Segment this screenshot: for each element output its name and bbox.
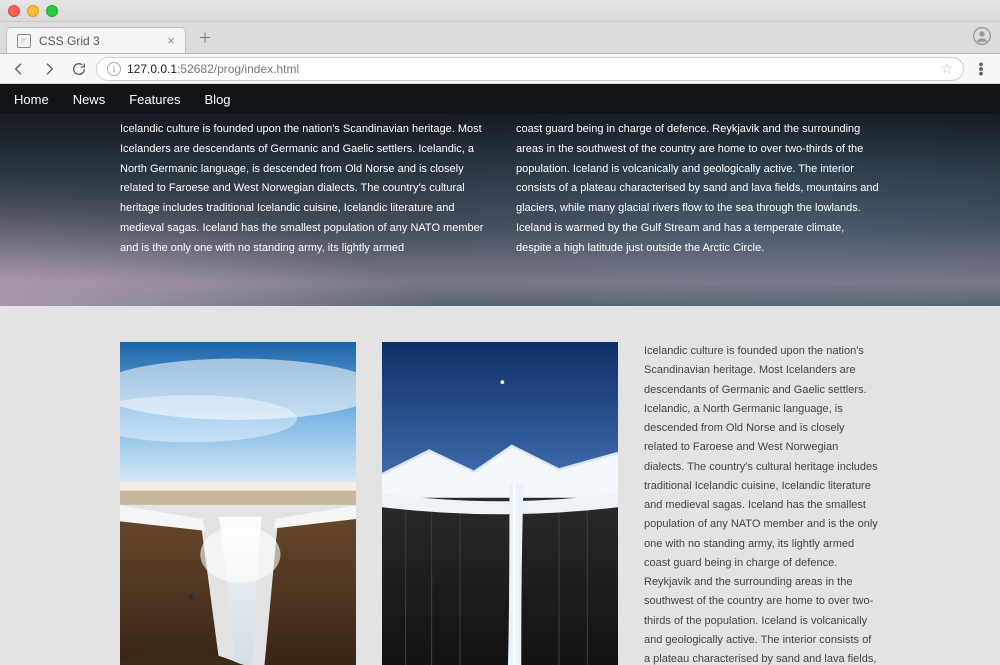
url-host: 127.0.0.1	[127, 62, 177, 76]
nav-blog[interactable]: Blog	[205, 92, 231, 107]
gallery-grid: Icelandic culture is founded upon the na…	[120, 342, 880, 665]
browser-tab[interactable]: CSS Grid 3 ×	[6, 27, 186, 53]
window-controls	[8, 5, 58, 17]
browser-toolbar: i 127.0.0.1:52682/prog/index.html ☆	[0, 54, 1000, 84]
address-bar[interactable]: i 127.0.0.1:52682/prog/index.html ☆	[96, 57, 964, 81]
hero: Icelandic culture is founded upon the na…	[0, 114, 1000, 306]
page-favicon-icon	[17, 34, 31, 48]
site-nav: Home News Features Blog	[0, 84, 1000, 114]
url-text: 127.0.0.1:52682/prog/index.html	[127, 62, 934, 76]
new-tab-button[interactable]: ＋	[192, 28, 218, 48]
nav-news[interactable]: News	[73, 92, 106, 107]
maximize-window-button[interactable]	[46, 5, 58, 17]
hero-text-col-1: Icelandic culture is founded upon the na…	[120, 120, 484, 259]
page-viewport: Home News Features Blog Icelandic cultur…	[0, 84, 1000, 665]
gallery-image-2	[382, 342, 618, 665]
hero-text-col-2: coast guard being in charge of defence. …	[516, 120, 880, 259]
bookmark-icon[interactable]: ☆	[940, 60, 953, 77]
nav-home[interactable]: Home	[14, 92, 49, 107]
url-path: :52682/prog/index.html	[177, 62, 299, 76]
nav-features[interactable]: Features	[129, 92, 180, 107]
minimize-window-button[interactable]	[27, 5, 39, 17]
gallery-image-1	[120, 342, 356, 665]
reload-button[interactable]	[66, 57, 92, 81]
section-body-text: Icelandic culture is founded upon the na…	[644, 342, 880, 665]
browser-window: CSS Grid 3 × ＋ i 127.0.0.1:52682/prog/in…	[0, 0, 1000, 665]
close-window-button[interactable]	[8, 5, 20, 17]
window-titlebar	[0, 0, 1000, 22]
hero-columns: Icelandic culture is founded upon the na…	[120, 114, 880, 259]
site-info-icon[interactable]: i	[107, 62, 121, 76]
close-tab-button[interactable]: ×	[167, 33, 175, 48]
toolbar-right	[968, 57, 994, 81]
tab-title: CSS Grid 3	[39, 34, 100, 48]
forward-button[interactable]	[36, 57, 62, 81]
tab-strip: CSS Grid 3 × ＋	[0, 22, 1000, 54]
gallery-section: Icelandic culture is founded upon the na…	[0, 306, 1000, 665]
profile-button[interactable]	[972, 26, 992, 51]
menu-button[interactable]	[968, 57, 994, 81]
back-button[interactable]	[6, 57, 32, 81]
